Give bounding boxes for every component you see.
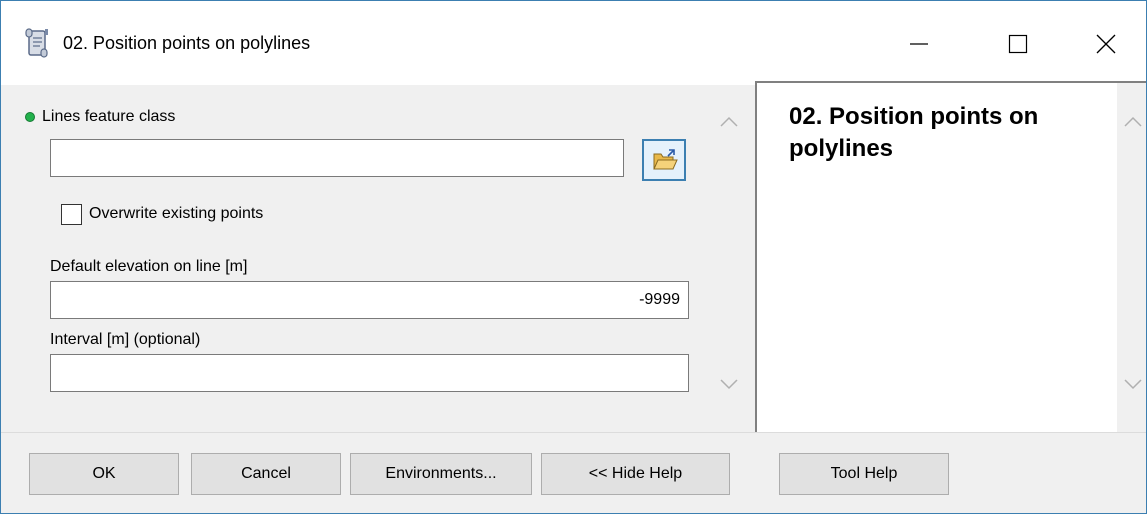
lines-feature-class-input[interactable] — [50, 139, 624, 177]
close-button[interactable] — [1076, 19, 1136, 69]
minimize-button[interactable] — [889, 19, 949, 69]
default-elevation-label: Default elevation on line [m] — [50, 258, 248, 275]
ok-button[interactable]: OK — [29, 453, 179, 495]
help-panel: 02. Position points on polylines — [755, 81, 1117, 432]
open-folder-icon — [653, 149, 678, 170]
hide-help-button[interactable]: << Hide Help — [541, 453, 730, 495]
maximize-button[interactable] — [988, 19, 1048, 69]
cancel-button[interactable]: Cancel — [191, 453, 341, 495]
environments-button[interactable]: Environments... — [350, 453, 532, 495]
toolbox-script-icon — [23, 27, 53, 61]
title-bar[interactable]: 02. Position points on polylines — [1, 1, 1146, 85]
interval-input[interactable] — [50, 354, 689, 392]
required-parameter-icon — [25, 112, 35, 122]
help-scroll-up-icon[interactable] — [1123, 115, 1143, 129]
overwrite-points-label: Overwrite existing points — [89, 205, 264, 222]
interval-label: Interval [m] (optional) — [50, 331, 201, 348]
scroll-up-icon[interactable] — [719, 115, 739, 129]
browse-button[interactable] — [642, 139, 686, 181]
window-title: 02. Position points on polylines — [63, 33, 311, 53]
overwrite-points-checkbox[interactable] — [61, 204, 82, 225]
help-scroll-down-icon[interactable] — [1123, 377, 1143, 391]
tool-help-button[interactable]: Tool Help — [779, 453, 949, 495]
close-icon — [1096, 34, 1116, 54]
minimize-icon — [910, 43, 928, 45]
help-heading: 02. Position points on polylines — [789, 103, 1039, 162]
maximize-icon — [1008, 34, 1028, 54]
scroll-down-icon[interactable] — [719, 377, 739, 391]
lines-feature-class-label: Lines feature class — [42, 108, 176, 125]
tool-dialog-window: 02. Position points on polylines Lines f… — [0, 0, 1147, 514]
default-elevation-input[interactable] — [50, 281, 689, 319]
